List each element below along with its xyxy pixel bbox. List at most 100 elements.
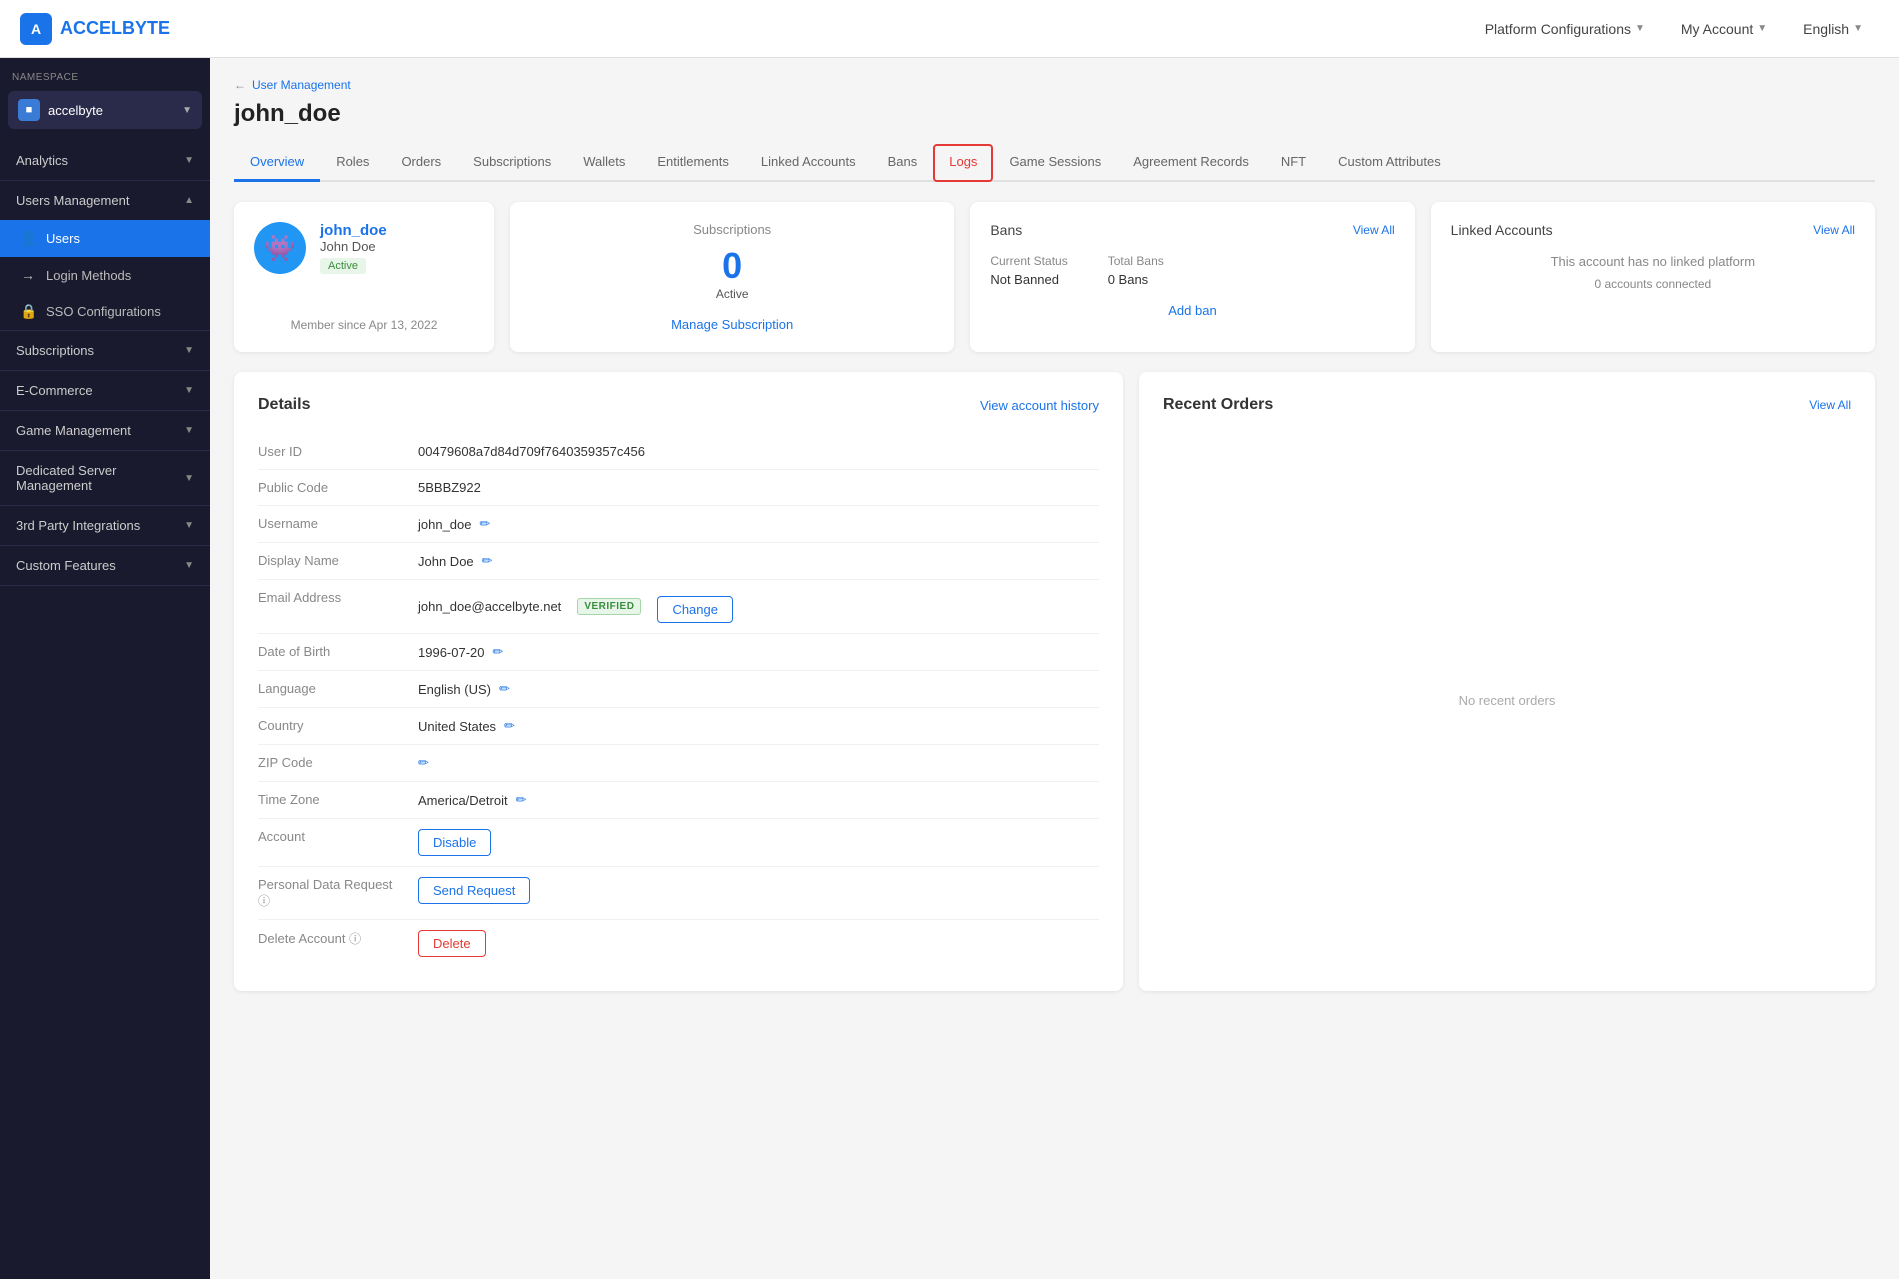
sidebar-section-3rdparty-header[interactable]: 3rd Party Integrations ▼ (0, 506, 210, 545)
lower-row: Details View account history User ID 004… (234, 372, 1875, 991)
country-label: Country (258, 718, 398, 733)
sidebar-section-subscriptions-header[interactable]: Subscriptions ▼ (0, 331, 210, 370)
view-account-history-link[interactable]: View account history (980, 398, 1099, 413)
dob-label: Date of Birth (258, 644, 398, 659)
detail-row-email: Email Address john_doe@accelbyte.net VER… (258, 580, 1099, 634)
disable-account-button[interactable]: Disable (418, 829, 491, 856)
orders-empty-message: No recent orders (1163, 434, 1851, 967)
zip-value: ✏ (418, 755, 429, 771)
manage-subscription-link[interactable]: Manage Subscription (671, 317, 793, 332)
tab-roles[interactable]: Roles (320, 144, 385, 182)
language-edit-icon[interactable]: ✏ (499, 681, 510, 697)
breadcrumb: ← User Management (234, 78, 1875, 92)
subscriptions-sub-label: Active (716, 287, 749, 301)
tab-game-sessions[interactable]: Game Sessions (993, 144, 1117, 182)
tab-overview[interactable]: Overview (234, 144, 320, 182)
email-label: Email Address (258, 590, 398, 605)
send-request-button[interactable]: Send Request (418, 877, 530, 904)
tab-subscriptions[interactable]: Subscriptions (457, 144, 567, 182)
logo-text: ACCELBYTE (60, 18, 170, 39)
country-edit-icon[interactable]: ✏ (504, 718, 515, 734)
user-username: john_doe (320, 222, 387, 239)
sidebar-section-game-header[interactable]: Game Management ▼ (0, 411, 210, 450)
detail-row-account: Account Disable (258, 819, 1099, 867)
detail-row-zip: ZIP Code ✏ (258, 745, 1099, 782)
dob-edit-icon[interactable]: ✏ (493, 644, 504, 660)
sidebar-section-analytics: Analytics ▼ (0, 141, 210, 181)
sidebar-section-users-management: Users Management ▲ 👤 Users → Login Metho… (0, 181, 210, 331)
timezone-edit-icon[interactable]: ✏ (516, 792, 527, 808)
account-label: Account (258, 829, 398, 844)
platform-config-button[interactable]: Platform Configurations ▼ (1469, 13, 1661, 45)
tab-entitlements[interactable]: Entitlements (641, 144, 745, 182)
zip-edit-icon[interactable]: ✏ (418, 755, 429, 771)
tab-nft[interactable]: NFT (1265, 144, 1322, 182)
bans-current-status-col: Current Status Not Banned (990, 254, 1067, 287)
namespace-chevron-icon: ▼ (182, 105, 192, 116)
linked-accounts-title: Linked Accounts (1451, 222, 1553, 238)
detail-row-delete-account: Delete Account ⓘ Delete (258, 920, 1099, 967)
content-inner: ← User Management john_doe Overview Role… (210, 58, 1899, 1011)
sidebar-section-dedicated-header[interactable]: Dedicated Server Management ▼ (0, 451, 210, 505)
content-area: ← User Management john_doe Overview Role… (210, 58, 1899, 1279)
my-account-button[interactable]: My Account ▼ (1665, 13, 1783, 45)
username-edit-icon[interactable]: ✏ (480, 516, 491, 532)
sidebar-section-users-header[interactable]: Users Management ▲ (0, 181, 210, 220)
sidebar-item-users[interactable]: 👤 Users (0, 220, 210, 257)
users-icon: 👤 (20, 230, 36, 247)
dedicated-server-chevron-icon: ▼ (184, 473, 194, 484)
tab-orders[interactable]: Orders (385, 144, 457, 182)
bans-view-all-link[interactable]: View All (1353, 223, 1395, 237)
language-text: English (US) (418, 682, 491, 697)
bans-card: Bans View All Current Status Not Banned … (970, 202, 1414, 352)
sidebar-item-login-methods[interactable]: → Login Methods (0, 257, 210, 293)
user-card-top: 👾 john_doe John Doe Active (254, 222, 474, 274)
language-button[interactable]: English ▼ (1787, 13, 1879, 45)
detail-row-display-name: Display Name John Doe ✏ (258, 543, 1099, 580)
analytics-chevron-icon: ▼ (184, 155, 194, 166)
tab-custom-attributes[interactable]: Custom Attributes (1322, 144, 1457, 182)
detail-row-personal-data: Personal Data Request ⓘ Send Request (258, 867, 1099, 920)
linked-accounts-count: 0 accounts connected (1451, 277, 1855, 291)
timezone-text: America/Detroit (418, 793, 508, 808)
change-email-button[interactable]: Change (657, 596, 733, 623)
linked-accounts-view-all-link[interactable]: View All (1813, 223, 1855, 237)
userid-label: User ID (258, 444, 398, 459)
user-displayname: John Doe (320, 239, 387, 254)
namespace-selector[interactable]: ■ accelbyte ▼ (8, 91, 202, 129)
3rdparty-chevron-icon: ▼ (184, 520, 194, 531)
detail-row-timezone: Time Zone America/Detroit ✏ (258, 782, 1099, 819)
personal-data-value: Send Request (418, 877, 530, 904)
namespace-label: NAMESPACE (0, 58, 210, 91)
bans-stats: Current Status Not Banned Total Bans 0 B… (990, 254, 1394, 287)
dob-text: 1996-07-20 (418, 645, 485, 660)
topnav: A ACCELBYTE Platform Configurations ▼ My… (0, 0, 1899, 58)
sidebar-section-ecommerce-header[interactable]: E-Commerce ▼ (0, 371, 210, 410)
bans-card-header: Bans View All (990, 222, 1394, 238)
orders-view-all-link[interactable]: View All (1809, 398, 1851, 412)
tab-logs[interactable]: Logs (933, 144, 993, 182)
bans-current-status-value: Not Banned (990, 272, 1067, 287)
breadcrumb-parent-link[interactable]: User Management (252, 78, 351, 92)
user-member-since: Member since Apr 13, 2022 (254, 318, 474, 332)
sidebar-section-custom-header[interactable]: Custom Features ▼ (0, 546, 210, 585)
add-ban-link[interactable]: Add ban (990, 303, 1394, 318)
tab-linked-accounts[interactable]: Linked Accounts (745, 144, 872, 182)
login-methods-icon: → (20, 267, 36, 283)
display-name-edit-icon[interactable]: ✏ (482, 553, 493, 569)
tab-bans[interactable]: Bans (872, 144, 934, 182)
country-value: United States ✏ (418, 718, 515, 734)
tab-agreement-records[interactable]: Agreement Records (1117, 144, 1265, 182)
sidebar-item-sso-configurations[interactable]: 🔒 SSO Configurations (0, 293, 210, 330)
tab-wallets[interactable]: Wallets (567, 144, 641, 182)
delete-account-button[interactable]: Delete (418, 930, 486, 957)
detail-row-language: Language English (US) ✏ (258, 671, 1099, 708)
sidebar-section-game-management: Game Management ▼ (0, 411, 210, 451)
detail-row-username: Username john_doe ✏ (258, 506, 1099, 543)
cards-row: 👾 john_doe John Doe Active Member since … (234, 202, 1875, 352)
platform-config-chevron-icon: ▼ (1635, 23, 1645, 34)
sidebar-section-analytics-header[interactable]: Analytics ▼ (0, 141, 210, 180)
ecommerce-chevron-icon: ▼ (184, 385, 194, 396)
country-text: United States (418, 719, 496, 734)
display-name-label: Display Name (258, 553, 398, 568)
